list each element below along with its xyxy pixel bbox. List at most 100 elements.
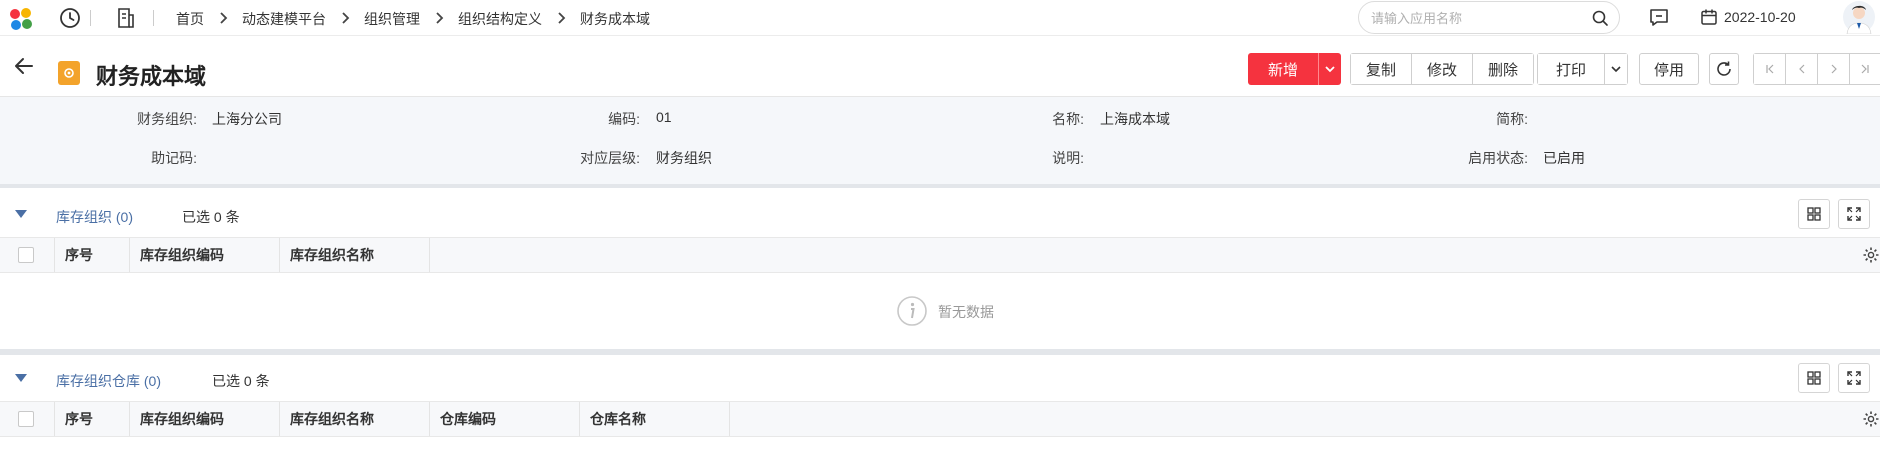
separator: [153, 10, 154, 26]
select-all-cell: [0, 238, 55, 272]
select-all-cell: [0, 402, 55, 436]
breadcrumb-org-mgmt[interactable]: 组织管理: [364, 9, 420, 29]
column-header[interactable]: 库存组织编码: [130, 238, 280, 272]
section-inventory-warehouse-header: 库存组织仓库 (0) 已选 0 条: [0, 355, 1880, 401]
empty-text: 暂无数据: [938, 304, 994, 320]
print-button[interactable]: 打印: [1538, 54, 1606, 84]
breadcrumb-platform[interactable]: 动态建模平台: [242, 9, 326, 29]
last-page-icon: [1861, 64, 1869, 74]
back-arrow-icon[interactable]: [12, 54, 36, 78]
header-info-panel: 财务组织: 上海分公司 编码: 01 名称: 上海成本域 简称: 助记码: 对应…: [0, 96, 1880, 188]
fullscreen-button[interactable]: [1838, 363, 1870, 393]
collapse-toggle-icon[interactable]: [14, 373, 28, 383]
history-icon[interactable]: [58, 6, 82, 30]
copy-button[interactable]: 复制: [1351, 54, 1413, 84]
field-value-name: 上海成本域: [1100, 111, 1170, 127]
first-page-icon: [1765, 64, 1773, 74]
search-icon[interactable]: [1591, 9, 1609, 27]
section-inventory-org-header: 库存组织 (0) 已选 0 条: [0, 191, 1880, 237]
field-label-code: 编码:: [608, 111, 640, 127]
chevron-right-icon: [1831, 64, 1837, 74]
field-label-name: 名称:: [1052, 111, 1084, 127]
column-settings-icon[interactable]: [1862, 246, 1880, 264]
select-all-checkbox[interactable]: [18, 247, 34, 263]
column-header[interactable]: 库存组织名称: [280, 238, 430, 272]
chevron-down-icon: [1611, 65, 1621, 72]
separator: [90, 10, 91, 26]
app-logo[interactable]: [8, 6, 34, 32]
title-row: 财务成本域 新增 复制 修改 删除 打印 停用: [0, 36, 1880, 96]
refresh-button[interactable]: [1709, 53, 1739, 85]
collapse-toggle-icon[interactable]: [14, 209, 28, 219]
section-title: 库存组织 (0): [56, 209, 133, 225]
grid-icon: [1807, 371, 1821, 385]
field-value-level: 财务组织: [656, 150, 712, 166]
chevron-right-icon: [420, 11, 458, 27]
edit-button-group: 复制 修改 删除: [1350, 53, 1535, 85]
expand-icon: [1847, 371, 1861, 385]
select-all-checkbox[interactable]: [18, 411, 34, 427]
new-button[interactable]: 新增: [1248, 53, 1318, 85]
avatar[interactable]: [1838, 0, 1880, 34]
disable-button[interactable]: 停用: [1639, 53, 1699, 85]
message-icon[interactable]: [1648, 6, 1670, 28]
column-header[interactable]: 序号: [55, 402, 130, 436]
column-header[interactable]: 仓库编码: [430, 402, 580, 436]
column-header[interactable]: 仓库名称: [580, 402, 730, 436]
field-label-status: 启用状态:: [1468, 150, 1528, 166]
form-doc-icon: [58, 61, 80, 85]
expand-icon: [1847, 207, 1861, 221]
section-title: 库存组织仓库 (0): [56, 373, 161, 389]
breadcrumb-org-structure[interactable]: 组织结构定义: [458, 9, 542, 29]
column-header[interactable]: 库存组织名称: [280, 402, 430, 436]
chevron-right-icon: [204, 11, 242, 27]
column-header[interactable]: 库存组织编码: [130, 402, 280, 436]
field-label-short-name: 简称:: [1496, 111, 1528, 127]
column-header[interactable]: 序号: [55, 238, 130, 272]
next-record-button[interactable]: [1818, 54, 1850, 84]
field-label-finance-org: 财务组织:: [137, 111, 197, 127]
last-record-button[interactable]: [1850, 54, 1880, 84]
breadcrumb-current: 财务成本域: [580, 11, 650, 27]
grid-view-button[interactable]: [1798, 199, 1830, 229]
field-label-description: 说明:: [1052, 150, 1084, 166]
breadcrumb: 首页 动态建模平台 组织管理 组织结构定义 财务成本域: [176, 9, 650, 29]
chevron-down-icon: [1325, 65, 1335, 72]
print-button-group: 打印: [1537, 53, 1629, 85]
current-date: 2022-10-20: [1724, 9, 1796, 25]
selected-count: 已选 0 条: [182, 209, 240, 225]
delete-button[interactable]: 删除: [1473, 54, 1534, 84]
field-value-finance-org: 上海分公司: [212, 111, 282, 127]
field-label-level: 对应层级:: [580, 150, 640, 166]
field-label-mnemonic: 助记码:: [151, 150, 197, 166]
table-body: [0, 437, 1880, 469]
field-value-status: 已启用: [1543, 150, 1585, 166]
field-value-code: 01: [656, 109, 672, 125]
edit-button[interactable]: 修改: [1412, 54, 1474, 84]
table-header: 序号 库存组织编码 库存组织名称: [0, 237, 1880, 273]
chevron-right-icon: [326, 11, 364, 27]
document-icon[interactable]: [114, 6, 138, 30]
first-record-button[interactable]: [1754, 54, 1786, 84]
record-nav-group: [1753, 53, 1880, 85]
print-dropdown-button[interactable]: [1605, 54, 1628, 84]
fullscreen-button[interactable]: [1838, 199, 1870, 229]
prev-record-button[interactable]: [1786, 54, 1818, 84]
calendar-icon[interactable]: [1700, 8, 1718, 26]
selected-count: 已选 0 条: [212, 373, 270, 389]
chevron-left-icon: [1798, 64, 1804, 74]
search-box: [1358, 1, 1620, 34]
info-icon: [897, 296, 927, 326]
empty-state: 暂无数据: [0, 273, 1880, 349]
search-input[interactable]: [1371, 9, 1581, 27]
new-button-group: 新增: [1248, 53, 1341, 85]
page-title: 财务成本域: [96, 64, 207, 89]
breadcrumb-home[interactable]: 首页: [176, 9, 204, 29]
refresh-icon: [1717, 61, 1731, 76]
chevron-right-icon: [542, 11, 580, 27]
column-settings-icon[interactable]: [1862, 410, 1880, 428]
grid-view-button[interactable]: [1798, 363, 1830, 393]
new-dropdown-button[interactable]: [1318, 53, 1341, 85]
table-header: 序号 库存组织编码 库存组织名称 仓库编码 仓库名称: [0, 401, 1880, 437]
grid-icon: [1807, 207, 1821, 221]
